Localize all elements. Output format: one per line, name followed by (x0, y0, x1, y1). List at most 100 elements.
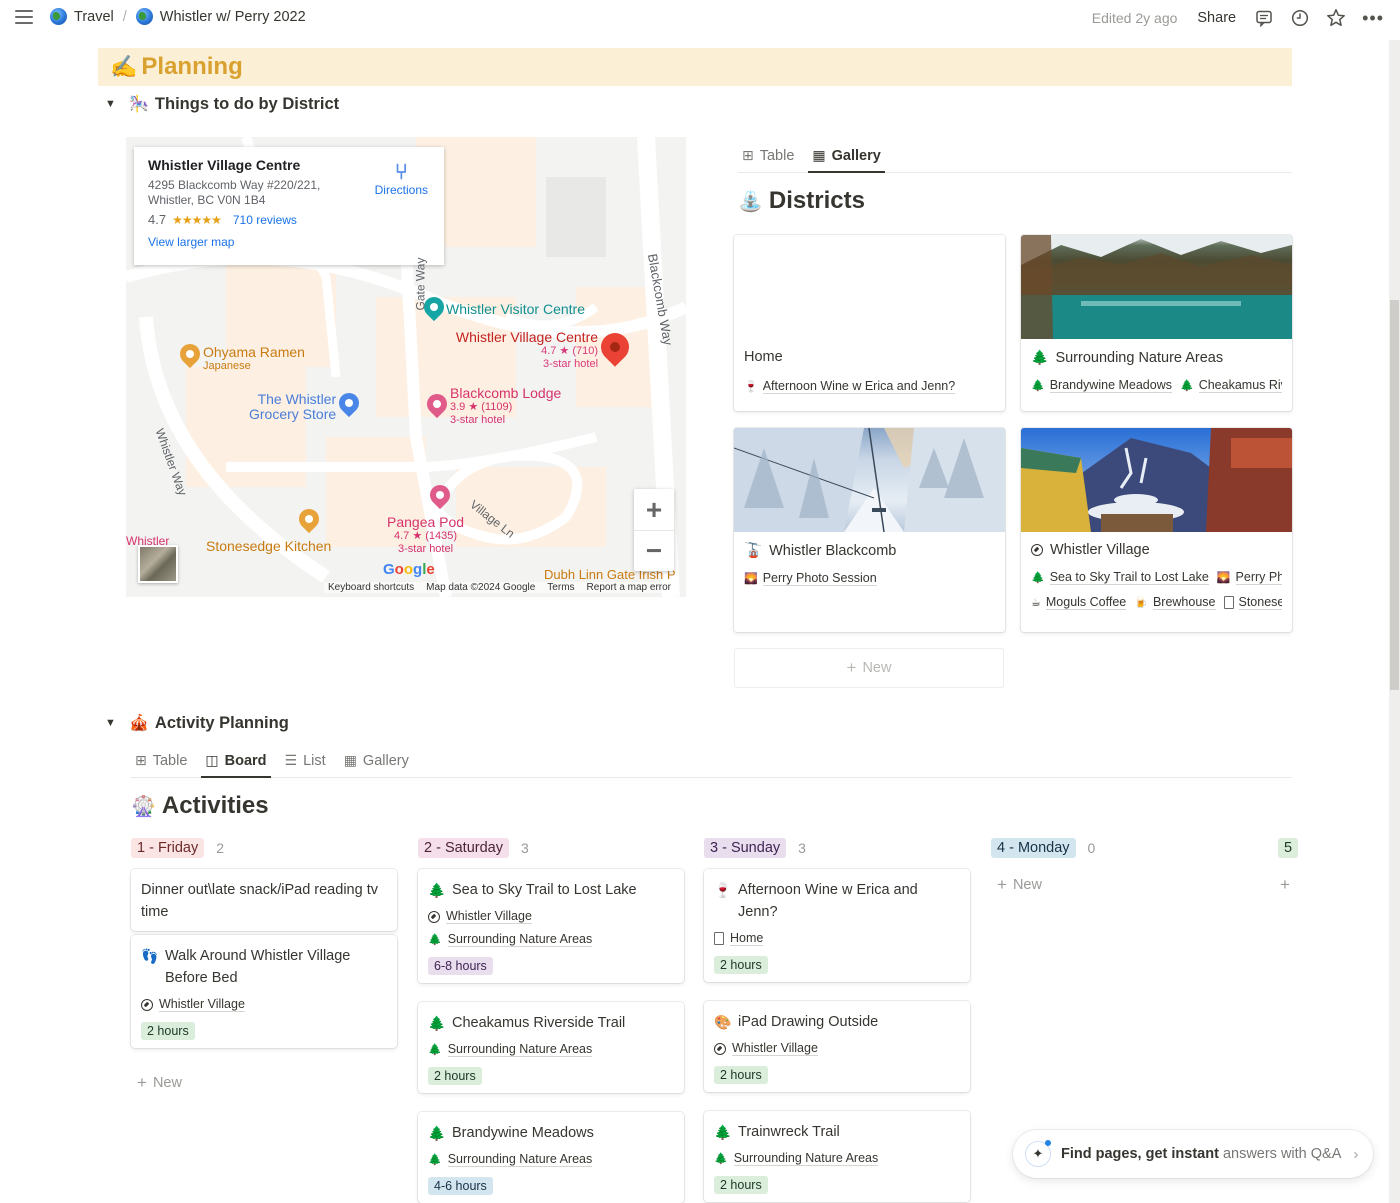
board-card-afternoon-wine-w-erica-and-jenn[interactable]: 🍷 Afternoon Wine w Erica and Jenn? Home 2 h… (704, 869, 970, 982)
gallery-icon: ▦ (343, 752, 357, 768)
relation-label: Whistler Village (732, 1041, 818, 1056)
toggle-arrow-icon[interactable]: ▼ (105, 717, 119, 729)
more-options-icon[interactable]: ••• (1362, 9, 1384, 27)
history-clock-icon[interactable] (1290, 8, 1310, 28)
relation-perry-photo[interactable]: 🌄 Perry Photo Session (1217, 570, 1282, 585)
activities-title[interactable]: 🎡 Activities (131, 792, 269, 820)
page-document-icon (714, 932, 724, 945)
satellite-toggle-thumbnail[interactable] (138, 545, 178, 583)
district-relation[interactable]: 🌲 Surrounding Nature Areas (428, 1152, 674, 1167)
keyboard-shortcuts-link[interactable]: Keyboard shortcuts (328, 582, 414, 593)
card-title: Surrounding Nature Areas (1055, 349, 1224, 366)
relation-perry-photo[interactable]: 🌄 Perry Photo Session (744, 571, 877, 586)
poi-blackcomb-lodge[interactable]: Blackcomb Lodge 3.9 ★ (1109) 3-star hote… (450, 386, 561, 427)
new-district-button[interactable]: + New (734, 648, 1004, 688)
relation-label: Perry Photo Session (1235, 570, 1282, 585)
zoom-out-button[interactable]: − (634, 530, 674, 571)
zoom-in-button[interactable]: + (634, 489, 674, 530)
planning-callout: ✍️ Planning (98, 48, 1292, 86)
qa-search-pill[interactable]: ✦ Find pages, get instant answers with Q… (1013, 1130, 1373, 1178)
favorite-star-icon[interactable] (1326, 8, 1346, 28)
toggle-arrow-icon[interactable]: ▼ (105, 98, 119, 110)
map-footer: Keyboard shortcuts Map data ©2024 Google… (324, 582, 676, 593)
breadcrumb-travel[interactable]: Travel (50, 8, 114, 25)
relation-afternoon-wine[interactable]: 🍷 Afternoon Wine w Erica and Jenn? (744, 379, 956, 394)
board-column-header[interactable]: 3 - Sunday 3 (704, 838, 806, 858)
board-column-header[interactable]: 4 - Monday 0 (991, 838, 1095, 858)
view-larger-map-link[interactable]: View larger map (148, 235, 430, 249)
tab-list[interactable]: ☰ List (281, 752, 330, 777)
poi-name: Blackcomb Lodge (450, 385, 562, 401)
relation-brewhouse[interactable]: 🍺 Brewhouse (1134, 595, 1216, 610)
relation-cheakamus[interactable]: 🌲 Cheakamus Riverside Trail (1180, 378, 1282, 393)
poi-village-centre[interactable]: Whistler Village Centre 4.7 ★ (710) 3-st… (454, 330, 598, 371)
directions-button[interactable]: ⑂ Directions (375, 161, 428, 198)
district-relation[interactable]: 🌲 Surrounding Nature Areas (428, 1042, 674, 1057)
card-title: Whistler Village (1050, 542, 1150, 558)
district-relation[interactable]: Whistler Village (714, 1041, 960, 1056)
add-card-button[interactable]: + (1280, 875, 1290, 895)
column-count: 3 (798, 840, 806, 856)
reviews-link[interactable]: 710 reviews (233, 213, 297, 227)
gallery-card-home[interactable]: Home 🍷 Afternoon Wine w Erica and Jenn? (734, 235, 1005, 411)
tab-gallery[interactable]: ▦ Gallery (808, 147, 886, 173)
add-card-button[interactable]: + New (137, 1073, 182, 1093)
comments-icon[interactable] (1254, 8, 1274, 28)
board-column-header[interactable]: 5 (1278, 838, 1299, 858)
aerial-tramway-icon: 🚡 (744, 543, 763, 559)
embedded-google-map[interactable]: Whistler Village Centre 4295 Blackcomb W… (126, 137, 686, 597)
board-card-sea-to-sky-trail-to-lost-lake[interactable]: 🌲 Sea to Sky Trail to Lost Lake Whistler V… (418, 869, 684, 983)
district-relation[interactable]: Whistler Village (141, 997, 387, 1012)
column-label-tag: 2 - Saturday (418, 838, 509, 858)
district-relation[interactable]: Home (714, 931, 960, 946)
poi-stonesedge-kitchen[interactable]: Stonesedge Kitchen (206, 539, 331, 554)
gallery-card-surrounding-nature[interactable]: 🌲 Surrounding Nature Areas 🌲 Brandywine Me… (1021, 235, 1292, 411)
poi-grocery-store[interactable]: The Whistler Grocery Store (249, 392, 336, 422)
poi-visitor-centre[interactable]: Whistler Visitor Centre (446, 302, 585, 317)
districts-title[interactable]: ⛲ Districts (738, 187, 865, 215)
board-column-header[interactable]: 2 - Saturday 3 (418, 838, 529, 858)
relation-stonesedge[interactable]: Stonesedge Kitchen (1223, 595, 1282, 610)
board-card-dinner-out-late-snack-ipad-reading-tv-time[interactable]: Dinner out\late snack/iPad reading tv ti… (131, 869, 397, 931)
board-column-header[interactable]: 1 - Friday 2 (131, 838, 224, 858)
tab-table[interactable]: ⊞ Table (738, 147, 798, 172)
board-card-cheakamus-riverside-trail[interactable]: 🌲 Cheakamus Riverside Trail 🌲 Surrounding N… (418, 1002, 684, 1093)
tab-gallery[interactable]: ▦ Gallery (340, 752, 413, 777)
board-card-walk-around-whistler-village-before-bed[interactable]: 👣 Walk Around Whistler Village Before Bed… (131, 935, 397, 1048)
board-card-trainwreck-trail[interactable]: 🌲 Trainwreck Trail 🌲 Surrounding Nature Are… (704, 1111, 970, 1202)
district-relation[interactable]: 🌲 Surrounding Nature Areas (714, 1151, 960, 1166)
relation-sea-to-sky[interactable]: 🌲 Sea to Sky Trail to Lost Lake (1031, 570, 1209, 585)
gallery-card-whistler-blackcomb[interactable]: 🚡 Whistler Blackcomb 🌄 Perry Photo Session (734, 428, 1005, 632)
map-place-card: Whistler Village Centre 4295 Blackcomb W… (134, 147, 444, 265)
poi-pangea-pod[interactable]: Pangea Pod 4.7 ★ (1435) 3-star hotel (387, 515, 464, 556)
gallery-icon: ▦ (812, 147, 826, 163)
things-to-do-toggle[interactable]: ▼ 🎠 Things to do by District (105, 94, 339, 114)
poi-ohyama-ramen[interactable]: Ohyama Ramen Japanese (203, 345, 305, 373)
gallery-card-whistler-village[interactable]: Whistler Village 🌲 Sea to Sky Trail to Lo… (1021, 428, 1292, 632)
scrollbar-thumb[interactable] (1390, 300, 1399, 690)
snowy-chairlift-cover-image (734, 428, 1005, 532)
relation-brandywine[interactable]: 🌲 Brandywine Meadows (1031, 378, 1172, 393)
relation-label: Home (730, 931, 764, 946)
relation-label: Surrounding Nature Areas (447, 1042, 593, 1057)
sidebar-menu-icon[interactable] (15, 10, 33, 26)
list-icon: ☰ (284, 752, 298, 768)
add-card-button[interactable]: + New (997, 875, 1042, 895)
share-button[interactable]: Share (1197, 10, 1236, 26)
poi-rating: 4.7 ★ (710) (541, 345, 599, 357)
tab-table[interactable]: ⊞ Table (131, 752, 191, 777)
poi-type: 3-star hotel (398, 543, 454, 555)
district-relation[interactable]: Whistler Village (428, 909, 674, 924)
district-relation[interactable]: 🌲 Surrounding Nature Areas (428, 932, 674, 947)
activity-planning-toggle[interactable]: ▼ 🎪 Activity Planning (105, 713, 289, 733)
map-zoom-controls: + − (634, 489, 674, 571)
chevron-right-icon: › (1353, 1145, 1359, 1163)
report-map-error-link[interactable]: Report a map error (587, 582, 671, 593)
tab-board[interactable]: ◫ Board (201, 752, 271, 778)
page-scrollbar[interactable] (1389, 40, 1400, 1203)
terms-link[interactable]: Terms (547, 582, 574, 593)
relation-moguls-coffee[interactable]: ☕ Moguls Coffee (1031, 595, 1127, 610)
board-card-brandywine-meadows[interactable]: 🌲 Brandywine Meadows 🌲 Surrounding Nature A… (418, 1112, 684, 1203)
board-card-ipad-drawing-outside[interactable]: 🎨 iPad Drawing Outside Whistler Village 2 h… (704, 1001, 970, 1092)
breadcrumb-whistler[interactable]: Whistler w/ Perry 2022 (135, 8, 306, 25)
